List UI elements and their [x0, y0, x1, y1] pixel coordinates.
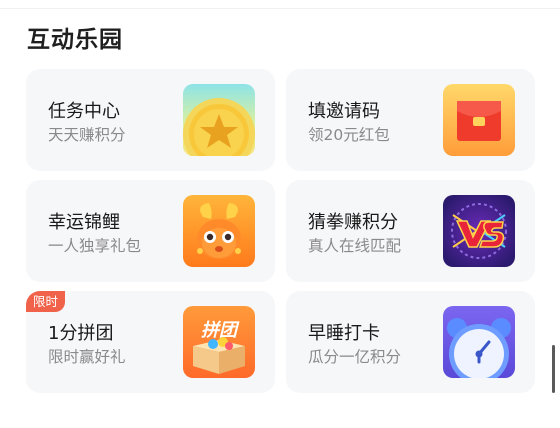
- koi-fish-icon: [183, 195, 255, 267]
- card-title: 1分拼团: [48, 323, 114, 344]
- alarm-clock-icon: [443, 306, 515, 378]
- card-subtitle: 瓜分一亿积分: [308, 348, 402, 366]
- card-invite-code[interactable]: 填邀请码 领20元红包: [286, 69, 535, 171]
- card-lucky-koi[interactable]: 幸运锦鲤 一人独享礼包: [26, 180, 275, 282]
- limited-time-badge: 限时: [26, 291, 66, 312]
- red-envelope-icon: [443, 84, 515, 156]
- card-title: 猜拳赚积分: [308, 212, 398, 233]
- card-title: 早睡打卡: [308, 323, 380, 344]
- card-subtitle: 天天赚积分: [48, 126, 126, 144]
- card-subtitle: 一人独享礼包: [48, 237, 142, 255]
- card-early-sleep[interactable]: 早睡打卡 瓜分一亿积分: [286, 291, 535, 393]
- card-title: 任务中心: [48, 101, 120, 122]
- section-title: 互动乐园: [27, 27, 123, 53]
- group-buy-box-icon: 拼团: [183, 306, 255, 378]
- star-coin-icon: [183, 84, 255, 156]
- activity-grid: 任务中心 天天赚积分 填邀请码 领20元红包 幸运锦鲤 一人独享礼包 猜拳赚积分…: [26, 69, 535, 393]
- card-group-buy[interactable]: 限时 1分拼团 限时赢好礼 拼团: [26, 291, 275, 393]
- card-subtitle: 限时赢好礼: [48, 348, 126, 366]
- vs-icon: [443, 195, 515, 267]
- top-divider: [0, 8, 560, 9]
- card-title: 幸运锦鲤: [48, 212, 120, 233]
- card-subtitle: 领20元红包: [308, 126, 390, 144]
- scrollbar[interactable]: [552, 345, 555, 393]
- card-rock-paper-scissors[interactable]: 猜拳赚积分 真人在线匹配: [286, 180, 535, 282]
- card-task-center[interactable]: 任务中心 天天赚积分: [26, 69, 275, 171]
- card-title: 填邀请码: [308, 101, 380, 122]
- card-subtitle: 真人在线匹配: [308, 237, 402, 255]
